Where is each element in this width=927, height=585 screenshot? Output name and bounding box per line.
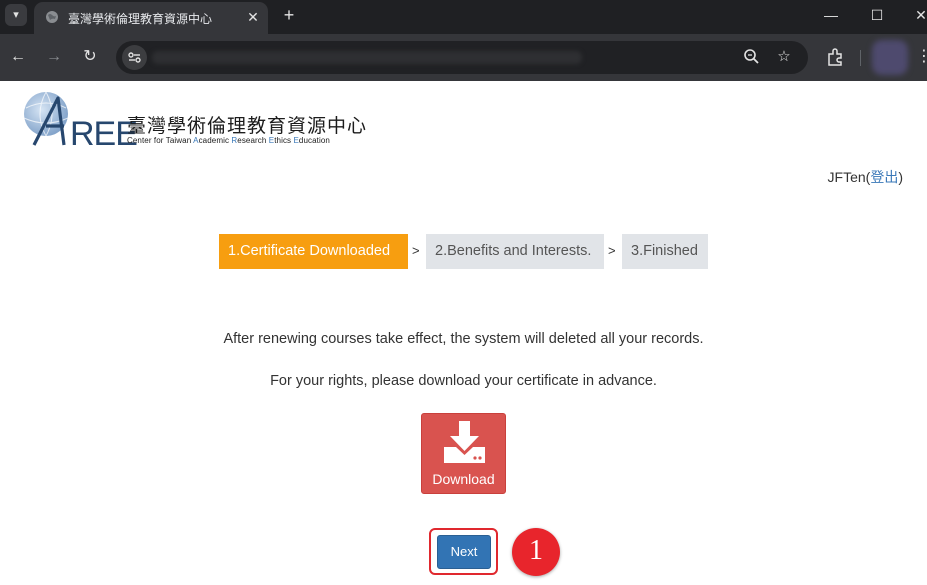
tab-list-chevron-down-icon[interactable]: ▾	[5, 4, 27, 26]
bookmark-star-icon[interactable]: ☆	[774, 47, 794, 67]
user-info: JFTen(登出)	[827, 169, 903, 186]
download-advice-text: For your rights, please download your ce…	[270, 373, 657, 389]
tab-title: 臺灣學術倫理教育資源中心	[68, 12, 213, 26]
logo-chinese-name: 臺灣學術倫理教育資源中心	[127, 115, 368, 137]
username: JFTen	[827, 169, 866, 185]
reload-icon[interactable]: ↻	[79, 46, 101, 68]
minimize-button[interactable]: —	[818, 4, 844, 26]
close-window-button[interactable]: ✕	[908, 4, 927, 26]
new-tab-button[interactable]: +	[279, 5, 299, 25]
badge-number: 1	[529, 535, 543, 566]
browser-toolbar: ← → ↻ ☆ ⋮	[0, 34, 927, 81]
step-certificate-downloaded: 1.Certificate Downloaded	[219, 234, 408, 269]
address-bar[interactable]: ☆	[116, 41, 808, 74]
download-label: Download	[432, 471, 495, 487]
records-deletion-notice: After renewing courses take effect, the …	[223, 331, 704, 347]
menu-icon[interactable]: ⋮	[916, 46, 927, 68]
zoom-icon[interactable]	[742, 47, 762, 67]
download-icon	[444, 421, 485, 463]
browser-tab[interactable]: 臺灣學術倫理教育資源中心 ✕	[34, 2, 268, 34]
globe-icon	[46, 11, 58, 23]
step-benefits-and-interests: 2.Benefits and Interests.	[426, 234, 604, 269]
download-button[interactable]: Download	[421, 413, 506, 494]
logo-english-name: Center for Taiwan Academic Research Ethi…	[127, 136, 330, 145]
toolbar-divider	[860, 50, 861, 66]
maximize-button[interactable]: ☐	[864, 4, 890, 26]
step-separator: >	[412, 243, 420, 258]
tab-close-icon[interactable]: ✕	[244, 8, 262, 26]
browser-tab-bar: ▾ 臺灣學術倫理教育資源中心 ✕ + — ☐ ✕	[0, 0, 927, 34]
logout-link[interactable]: 登出	[870, 170, 898, 186]
step-separator: >	[608, 243, 616, 258]
next-button[interactable]: Next	[437, 535, 491, 569]
back-icon[interactable]: ←	[7, 46, 29, 68]
step-number-badge: 1	[512, 528, 560, 576]
step-finished: 3.Finished	[622, 234, 708, 269]
profile-avatar[interactable]	[872, 40, 908, 75]
site-info-icon[interactable]	[122, 45, 147, 70]
url-text-blurred	[152, 51, 582, 64]
forward-icon[interactable]: →	[43, 46, 65, 68]
extensions-icon[interactable]	[824, 46, 846, 68]
